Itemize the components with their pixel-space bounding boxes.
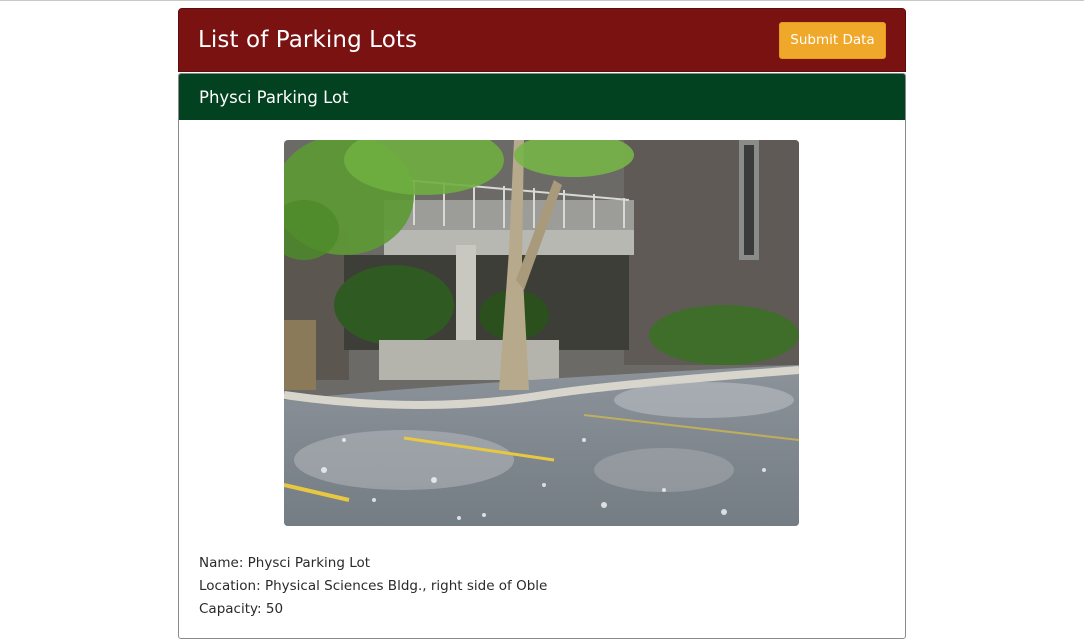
parking-lot-image [284, 140, 799, 526]
page-title: List of Parking Lots [198, 27, 418, 53]
parking-lot-photo [284, 140, 799, 526]
lot-details: Name: Physci Parking Lot Location: Physi… [179, 526, 905, 621]
parking-lot-card: Physci Parking Lot Name: Physci Parking … [178, 73, 906, 639]
lot-location: Location: Physical Sciences Bldg., right… [199, 578, 548, 594]
top-navbar: List of Parking Lots Submit Data [178, 8, 906, 72]
lot-capacity: Capacity: 50 [199, 601, 284, 617]
lot-name: Name: Physci Parking Lot [199, 555, 371, 571]
page-container: List of Parking Lots Submit Data Physci … [178, 8, 906, 639]
card-header: Physci Parking Lot [179, 74, 905, 120]
submit-data-button[interactable]: Submit Data [779, 21, 886, 59]
card-title: Physci Parking Lot [199, 87, 349, 107]
